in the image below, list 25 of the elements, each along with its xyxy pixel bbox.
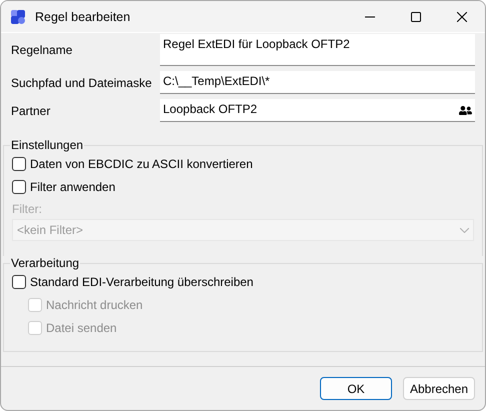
checkbox[interactable] [12,180,26,194]
window-title: Regel bearbeiten [35,10,132,24]
ok-button[interactable]: OK [320,377,392,400]
checkbox-label: Filter anwenden [30,180,116,194]
field-label: Suchpfad und Dateimaske [11,76,153,90]
text-field[interactable]: Loopback OFTP2 [160,99,475,122]
close-icon [457,12,467,22]
field-label: Partner [11,104,52,118]
maximize-icon [411,12,421,22]
checkbox-label: Standard EDI-Verarbeitung überschreiben [30,274,254,288]
checkbox[interactable] [12,274,26,288]
text-field[interactable]: Regel ExtEDI für Loopback OFTP2 [160,34,475,66]
filter-label: Filter: [12,202,43,216]
group-title: Einstellungen [10,138,84,152]
app-logo-icon [10,8,26,24]
checkbox-label: Daten von EBCDIC zu ASCII konvertieren [30,156,253,170]
group-title: Verarbeitung [10,256,80,270]
people-icon[interactable] [459,104,472,117]
text-field[interactable]: C:\__Temp\ExtEDI\* [160,71,475,94]
checkbox[interactable] [12,156,26,170]
field-label: Regelname [11,43,74,57]
chevron-down-icon [460,228,469,232]
checkbox-label: Datei senden [46,320,117,334]
checkbox-label: Nachricht drucken [46,298,143,312]
cancel-button[interactable]: Abbrechen [403,377,475,400]
